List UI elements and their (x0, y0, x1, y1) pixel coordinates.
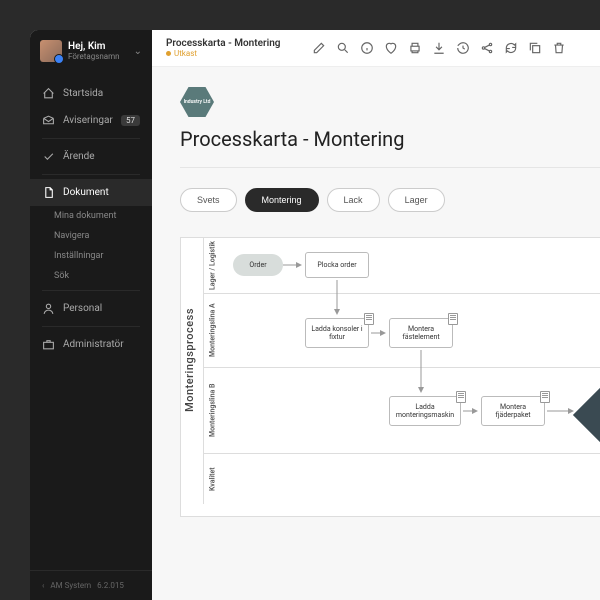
nav-personal[interactable]: Personal (30, 295, 152, 322)
swimlane-group-label: Monteringsprocess (183, 308, 196, 412)
check-icon (42, 150, 55, 163)
tab-lack[interactable]: Lack (327, 188, 380, 212)
version: 6.2.015 (97, 581, 124, 590)
download-icon[interactable] (432, 41, 446, 55)
home-icon (42, 87, 55, 100)
nav-startsida[interactable]: Startsida (30, 80, 152, 107)
node-kontroll[interactable]: Kontroll (579, 390, 600, 440)
node-order[interactable]: Order (233, 254, 283, 276)
document-attachment-icon[interactable] (448, 313, 458, 325)
nav-label: Administratör (63, 339, 124, 350)
print-icon[interactable] (408, 41, 422, 55)
node-plocka-order[interactable]: Plocka order (305, 252, 369, 278)
tab-montering[interactable]: Montering (245, 188, 319, 212)
brand-name: AM System (50, 581, 91, 590)
divider (180, 167, 600, 168)
nav-administrator[interactable]: Administratör (30, 331, 152, 358)
subnav-mina-dokument[interactable]: Mina dokument (42, 206, 152, 226)
nav-label: Startsida (63, 88, 103, 99)
info-icon[interactable] (360, 41, 374, 55)
nav-label: Ärende (63, 151, 95, 162)
lane-label: Monteringslina B (203, 368, 221, 453)
user-profile[interactable]: Hej, Kim Företagsnamn ⌄ (30, 30, 152, 72)
breadcrumb-status: Utkast (166, 49, 280, 58)
tab-lager[interactable]: Lager (388, 188, 445, 212)
nav-label: Personal (63, 303, 102, 314)
copy-icon[interactable] (528, 41, 542, 55)
divider (42, 138, 140, 139)
lane-label: Monteringslina A (203, 294, 221, 367)
main-nav: Startsida Aviseringar 57 Ärende Dokument… (30, 72, 152, 366)
subnav-sok[interactable]: Sök (42, 266, 152, 286)
node-montera-fjaderpaket[interactable]: Montera fjäderpaket (481, 396, 545, 426)
notification-dot (54, 54, 64, 64)
nav-label: Dokument (63, 187, 109, 198)
heart-icon[interactable] (384, 41, 398, 55)
app-window: Hej, Kim Företagsnamn ⌄ Startsida Aviser… (30, 30, 600, 600)
history-icon[interactable] (456, 41, 470, 55)
node-ladda-monteringsmaskin[interactable]: Ladda monteringsmaskin (389, 396, 461, 426)
avatar (40, 40, 62, 62)
divider (42, 290, 140, 291)
document-attachment-icon[interactable] (456, 391, 466, 403)
briefcase-icon (42, 338, 55, 351)
lane-lager-logistik: Lager / Logistik Order Plocka order Plac… (203, 238, 600, 294)
node-montera-fastelement[interactable]: Montera fästelement (389, 318, 453, 348)
collapse-icon[interactable]: ‹ (42, 581, 44, 590)
breadcrumb-title: Processkarta - Montering (166, 38, 280, 49)
page-content: Industry Ltd Processkarta - Montering MI… (152, 67, 600, 600)
sidebar-footer: ‹ AM System 6.2.015 (30, 570, 152, 600)
lane-label: Kvalitet (203, 454, 221, 504)
node-ladda-konsoler[interactable]: Ladda konsoler i fixtur (305, 318, 369, 348)
user-greeting: Hej, Kim (68, 41, 120, 52)
nav-label: Aviseringar (63, 115, 113, 126)
nav-arende[interactable]: Ärende (30, 143, 152, 170)
page-title: Processkarta - Montering (180, 127, 404, 151)
edit-icon[interactable] (312, 41, 326, 55)
lane-kvalitet: Kvalitet Ink (203, 454, 600, 504)
refresh-icon[interactable] (504, 41, 518, 55)
company-name: Företagsnamn (68, 52, 120, 61)
document-attachment-icon[interactable] (364, 313, 374, 325)
topbar: Processkarta - Montering Utkast (152, 30, 600, 67)
nav-aviseringar[interactable]: Aviseringar 57 (30, 107, 152, 134)
badge-count: 57 (121, 115, 140, 126)
lane-monteringslina-b: Monteringslina B Ladda monteringsmaskin … (203, 368, 600, 454)
document-icon (42, 186, 55, 199)
divider (42, 174, 140, 175)
inbox-icon (42, 114, 55, 127)
nav-dokument[interactable]: Dokument (30, 179, 152, 206)
lane-monteringslina-a: Monteringslina A Ladda konsoler i fixtur… (203, 294, 600, 368)
trash-icon[interactable] (552, 41, 566, 55)
company-logo: Industry Ltd (180, 87, 214, 117)
subnav-installningar[interactable]: Inställningar (42, 246, 152, 266)
chevron-down-icon[interactable]: ⌄ (134, 46, 142, 57)
share-icon[interactable] (480, 41, 494, 55)
tabs-row: Svets Montering Lack Lager PROCESSENS AV… (180, 182, 600, 219)
process-diagram: Monteringsprocess Lager / Logistik Order… (180, 237, 600, 517)
divider (42, 326, 140, 327)
subnav: Mina dokument Navigera Inställningar Sök (30, 206, 152, 286)
search-icon[interactable] (336, 41, 350, 55)
main-content: Processkarta - Montering Utkast Ind (152, 30, 600, 600)
subnav-navigera[interactable]: Navigera (42, 226, 152, 246)
sidebar: Hej, Kim Företagsnamn ⌄ Startsida Aviser… (30, 30, 152, 600)
document-attachment-icon[interactable] (540, 391, 550, 403)
lane-label: Lager / Logistik (203, 238, 221, 293)
person-icon (42, 302, 55, 315)
toolbar (312, 41, 566, 55)
tab-svets[interactable]: Svets (180, 188, 237, 212)
